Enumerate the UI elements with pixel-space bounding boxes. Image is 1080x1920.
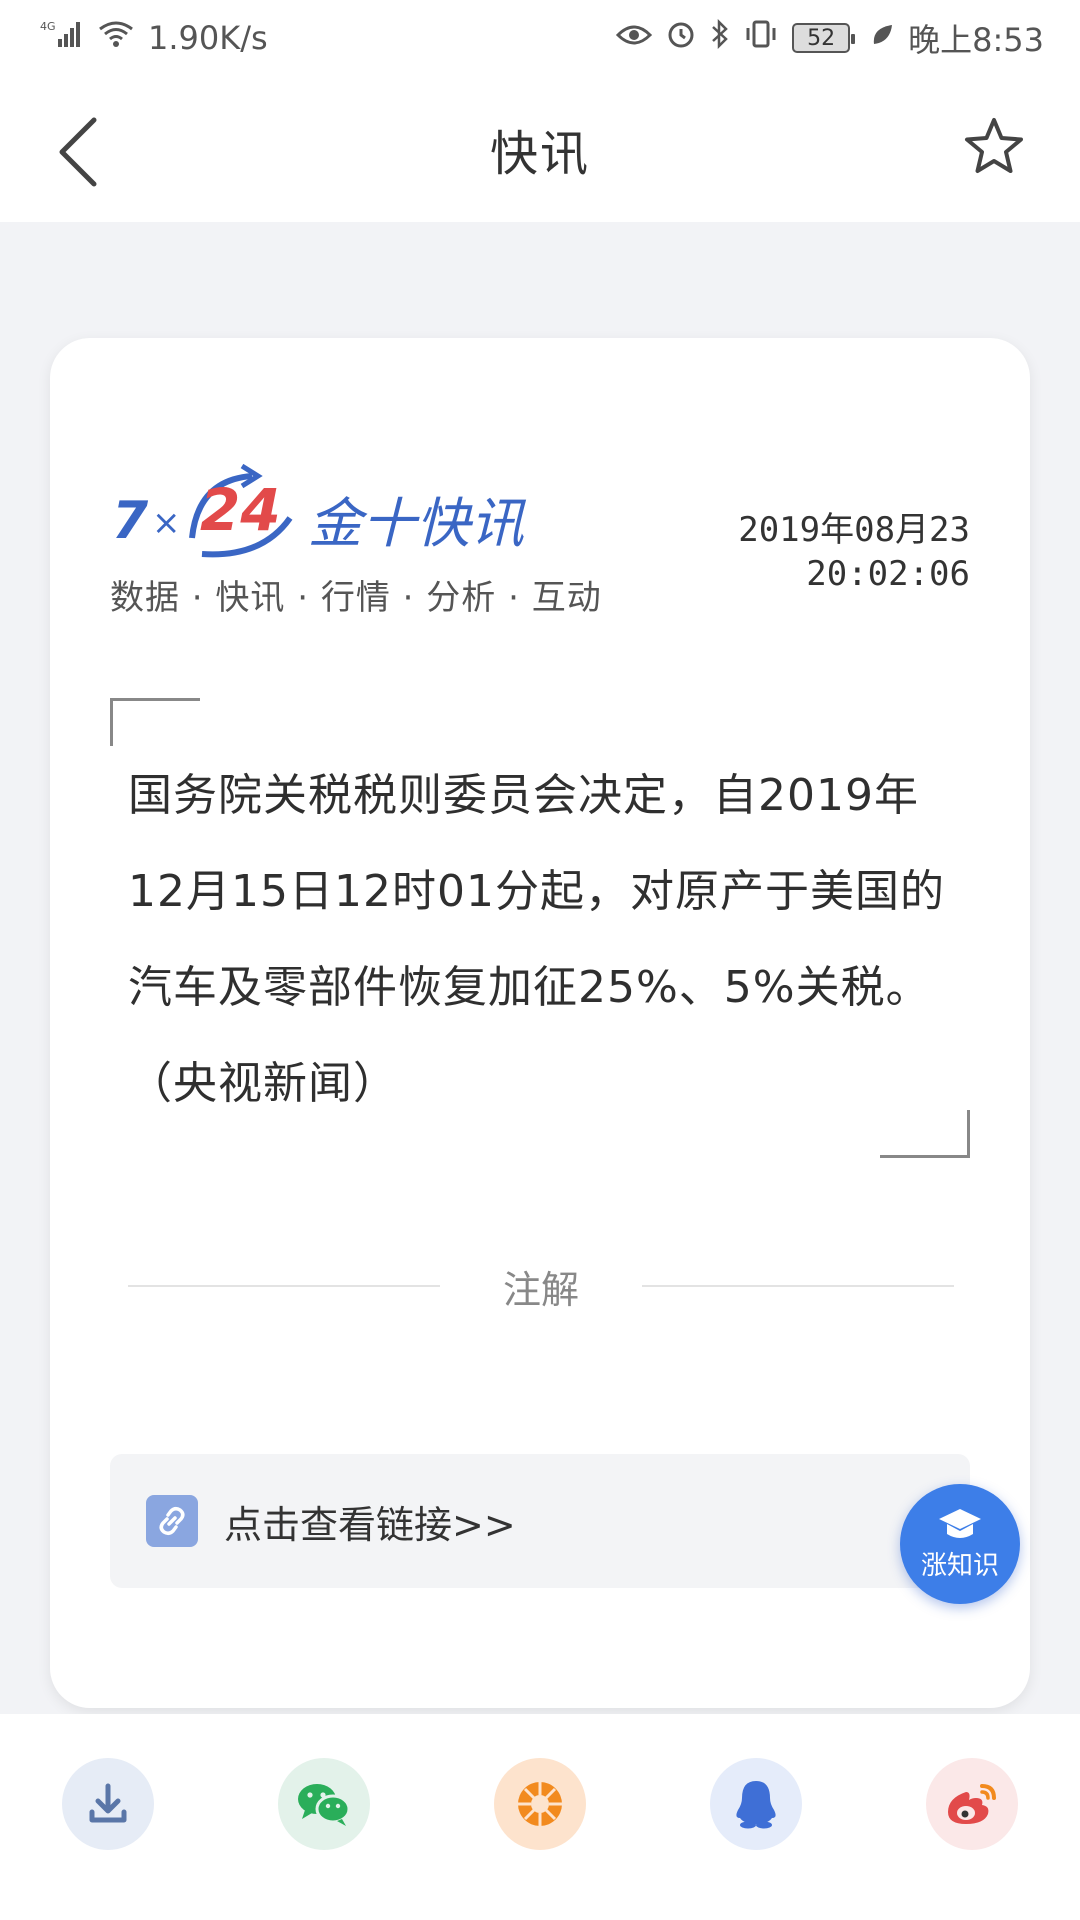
alarm-icon xyxy=(666,19,696,57)
back-button[interactable] xyxy=(52,112,112,192)
battery-indicator: 52 xyxy=(792,23,856,53)
bluetooth-icon xyxy=(710,18,730,57)
publish-time: 20:02:06 xyxy=(806,554,970,594)
view-link-label: 点击查看链接>> xyxy=(224,1502,516,1547)
wechat-icon xyxy=(298,1784,351,1826)
share-moments-button[interactable] xyxy=(494,1758,586,1850)
share-qq-button[interactable] xyxy=(710,1758,802,1850)
logo-tagline: 数据 · 快讯 · 行情 · 分析 · 互动 xyxy=(110,578,602,618)
status-left: 4G 1.90K/s xyxy=(40,19,268,57)
annotation-divider: 注解 xyxy=(128,1256,954,1316)
news-card: 7 × 24 金十快讯 数据 · 快讯 · 行情 · 分析 · 互动 2019年… xyxy=(50,338,1030,1708)
publish-datetime: 2019年08月23 20:02:06 xyxy=(738,508,970,596)
navigation-bar: 快讯 xyxy=(0,76,1080,222)
publish-date: 2019年08月23 xyxy=(738,510,970,550)
wifi-icon xyxy=(98,19,134,57)
moments-icon xyxy=(518,1782,562,1826)
svg-text:金十快讯: 金十快讯 xyxy=(308,492,527,555)
vibrate-icon xyxy=(744,19,778,57)
share-wechat-button[interactable] xyxy=(278,1758,370,1850)
graduation-cap-icon xyxy=(939,1508,981,1538)
download-icon xyxy=(89,1783,127,1823)
divider-line-right xyxy=(641,1285,954,1287)
quote-corner-top-left xyxy=(110,698,200,746)
knowledge-label: 涨知识 xyxy=(920,1550,999,1581)
eye-icon xyxy=(616,21,653,56)
share-weibo-button[interactable] xyxy=(926,1758,1018,1850)
svg-text:24: 24 xyxy=(200,476,281,544)
jin10-logo: 7 × 24 金十快讯 xyxy=(112,458,572,568)
network-type-label: 4G xyxy=(40,20,56,33)
svg-text:×: × xyxy=(152,503,181,543)
quote-corner-bottom-right xyxy=(880,1110,970,1158)
network-speed: 1.90K/s xyxy=(148,19,268,57)
view-link-button[interactable]: 点击查看链接>> xyxy=(110,1454,970,1588)
signal-icon: 4G xyxy=(40,19,84,57)
qq-icon xyxy=(736,1781,776,1829)
share-bar xyxy=(0,1714,1080,1920)
knowledge-button[interactable]: 涨知识 xyxy=(900,1484,1020,1604)
favorite-button[interactable] xyxy=(960,114,1028,182)
weibo-icon xyxy=(948,1784,996,1824)
chevron-left-icon xyxy=(59,117,97,187)
divider-line-left xyxy=(128,1285,440,1287)
news-content: 国务院关税税则委员会决定，自2019年12月15日12时01分起，对原产于美国的… xyxy=(128,770,945,1109)
logo-graphic: 7 × 24 金十快讯 xyxy=(112,463,527,558)
link-icon xyxy=(146,1495,198,1547)
page-title: 快讯 xyxy=(489,126,590,182)
status-bar: 4G 1.90K/s 52 晚上8:53 xyxy=(0,0,1080,76)
star-icon xyxy=(965,118,1023,173)
annotation-label: 注解 xyxy=(502,1267,579,1312)
download-button[interactable] xyxy=(62,1758,154,1850)
status-right: 52 晚上8:53 xyxy=(616,15,1044,61)
svg-text:7: 7 xyxy=(112,491,149,551)
leaf-icon xyxy=(870,21,894,56)
clock: 晚上8:53 xyxy=(908,21,1044,59)
